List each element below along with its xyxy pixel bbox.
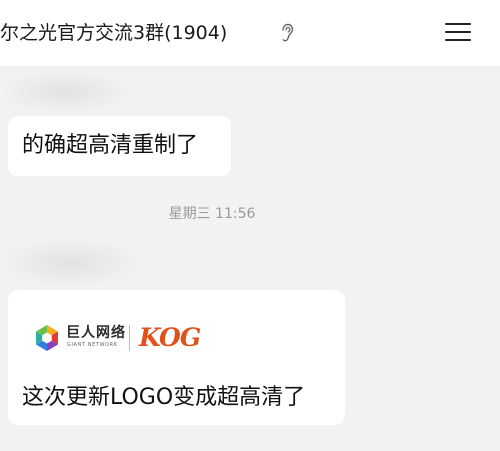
blurred-sender-name xyxy=(0,238,140,288)
brand-logo-image[interactable]: 巨人网络 GIANT NETWORK KOG xyxy=(33,322,213,354)
giant-network-logo-icon xyxy=(36,325,58,351)
message-text: 这次更新LOGO变成超高清了 xyxy=(22,385,306,410)
message-timestamp: 星期三 11:56 xyxy=(168,206,256,222)
blurred-sender-name xyxy=(0,70,130,114)
giant-network-en-text: GIANT NETWORK xyxy=(67,342,118,348)
group-title[interactable]: 尔之光官方交流3群(1904) xyxy=(0,19,227,47)
logo-divider xyxy=(129,325,130,351)
giant-network-cn-text: 巨人网络 xyxy=(66,325,126,341)
menu-icon[interactable] xyxy=(445,20,473,44)
message-bubble[interactable]: 的确超高清重制了 xyxy=(8,116,231,176)
kog-logo-text: KOG xyxy=(139,323,201,352)
message-text: 的确超高清重制了 xyxy=(22,133,199,158)
chat-header: 尔之光官方交流3群(1904) xyxy=(0,0,500,66)
ear-icon[interactable] xyxy=(280,23,294,43)
